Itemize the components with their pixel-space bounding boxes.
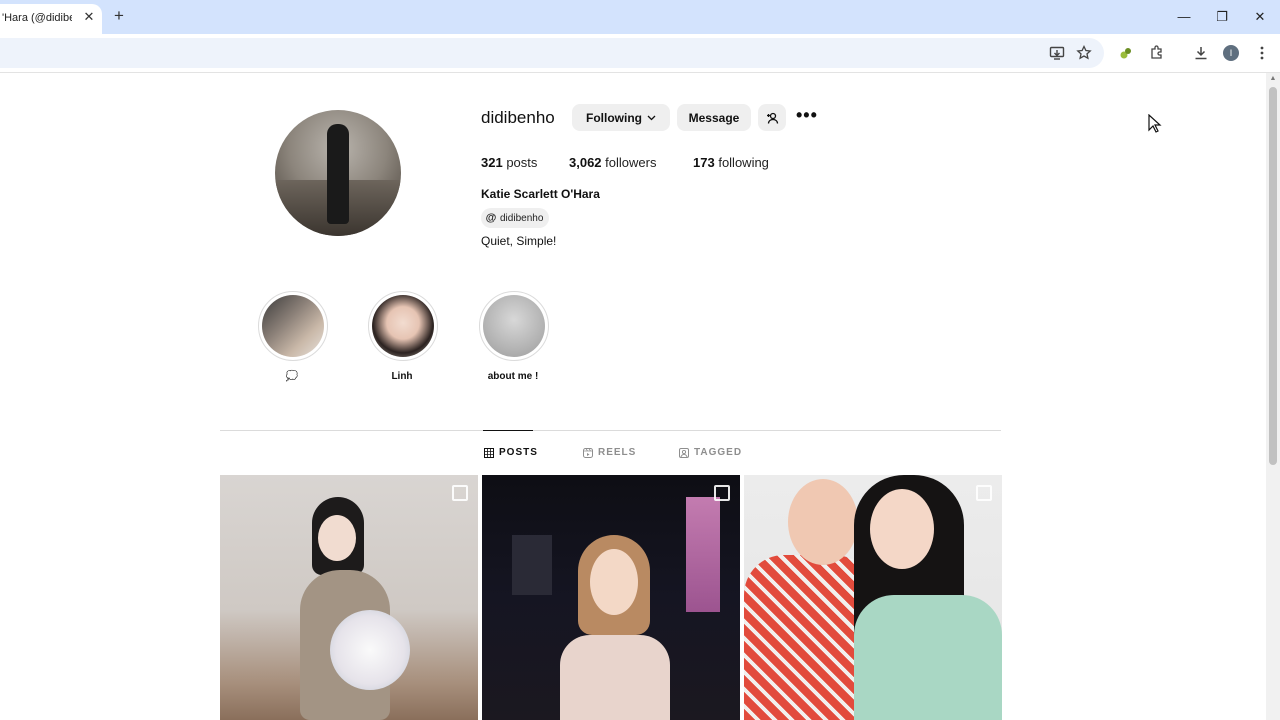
- followers-stat[interactable]: 3,062 followers: [569, 155, 656, 170]
- post-3-face-right: [870, 489, 934, 569]
- post-tile-3[interactable]: [744, 475, 1002, 720]
- following-button[interactable]: Following: [572, 104, 670, 131]
- post-1-bouquet: [330, 610, 410, 690]
- post-3-green-shirt: [854, 595, 1002, 720]
- profile-picture-figure: [327, 124, 349, 224]
- followers-label: followers: [605, 155, 657, 170]
- tab-reels-label: REELS: [598, 447, 637, 458]
- profile-username: didibenho: [481, 108, 555, 127]
- following-button-label: Following: [586, 110, 642, 125]
- bookmark-star-icon[interactable]: [1073, 42, 1095, 64]
- profile-bio: Quiet, Simple!: [481, 234, 557, 248]
- profile-avatar-icon[interactable]: I: [1220, 42, 1242, 64]
- message-button[interactable]: Message: [677, 104, 751, 131]
- tab-posts-label: POSTS: [499, 447, 538, 458]
- following-stat[interactable]: 173 following: [693, 155, 769, 170]
- highlight-thumbnail-1: [262, 295, 324, 357]
- add-person-icon: [766, 112, 778, 124]
- browser-tab[interactable]: 'Hara (@didiben ✕: [0, 4, 102, 34]
- browser-tab-strip: 'Hara (@didiben ✕ + — ❐ ✕: [0, 0, 1280, 34]
- active-tab-indicator: [483, 430, 533, 431]
- post-tile-2[interactable]: [482, 475, 740, 720]
- tab-tagged-label: TAGGED: [694, 447, 743, 458]
- profile-full-name: Katie Scarlett O'Hara: [481, 187, 600, 201]
- profile-initial: I: [1223, 45, 1239, 61]
- install-app-icon[interactable]: [1046, 42, 1068, 64]
- highlight-circle-2[interactable]: [368, 291, 438, 361]
- post-tile-1[interactable]: [220, 475, 478, 720]
- following-count: 173: [693, 155, 715, 170]
- post-1-face: [318, 515, 356, 561]
- chevron-down-icon: [647, 115, 656, 120]
- posts-label: posts: [506, 155, 538, 170]
- highlight-label-3: about me !: [487, 371, 539, 382]
- page-scrollbar[interactable]: ▲: [1266, 73, 1280, 720]
- tab-tagged[interactable]: TAGGED: [679, 447, 742, 458]
- new-tab-button[interactable]: +: [110, 7, 128, 25]
- tab-posts[interactable]: POSTS: [484, 447, 538, 458]
- more-options-icon[interactable]: •••: [796, 106, 817, 126]
- message-button-label: Message: [688, 110, 740, 125]
- posts-stat: 321 posts: [481, 155, 537, 170]
- grid-icon: [484, 447, 494, 458]
- scroll-thumb[interactable]: [1269, 87, 1277, 465]
- highlight-thumbnail-3: [483, 295, 545, 357]
- highlight-label-1: 💭: [285, 371, 299, 382]
- threads-link[interactable]: @ didibenho: [481, 208, 550, 228]
- tabs-divider: [220, 430, 1001, 431]
- threads-icon: @: [485, 212, 497, 224]
- post-2-building-left: [512, 535, 552, 595]
- suggested-users-button[interactable]: [758, 104, 786, 131]
- restore-icon[interactable]: ❐: [1212, 8, 1232, 26]
- download-icon[interactable]: [1190, 42, 1212, 64]
- tagged-icon: [679, 447, 689, 458]
- followers-count: 3,062: [569, 155, 602, 170]
- post-2-top: [560, 635, 670, 720]
- minimize-icon[interactable]: —: [1174, 8, 1194, 26]
- address-bar[interactable]: [0, 38, 1104, 68]
- multiple-photos-icon: [452, 485, 468, 501]
- multiple-photos-icon: [976, 485, 992, 501]
- tab-reels[interactable]: REELS: [583, 447, 636, 458]
- menu-kebab-icon[interactable]: [1251, 42, 1273, 64]
- highlight-thumbnail-2: [372, 295, 434, 357]
- tab-close-icon[interactable]: ✕: [82, 10, 96, 24]
- extensions-puzzle-icon[interactable]: [1146, 42, 1168, 64]
- multiple-photos-icon: [714, 485, 730, 501]
- posts-count: 321: [481, 155, 503, 170]
- window-close-icon[interactable]: ✕: [1250, 8, 1270, 26]
- following-label: following: [718, 155, 769, 170]
- highlight-circle-3[interactable]: [479, 291, 549, 361]
- threads-handle: didibenho: [500, 212, 544, 224]
- mouse-cursor-icon: [1148, 114, 1162, 133]
- highlight-circle-1[interactable]: [258, 291, 328, 361]
- tab-title: 'Hara (@didiben: [2, 12, 72, 24]
- post-2-building: [686, 497, 720, 612]
- extension-icon[interactable]: [1115, 42, 1137, 64]
- post-3-face-left: [788, 479, 858, 565]
- highlight-label-2: Linh: [391, 371, 413, 382]
- profile-picture[interactable]: [275, 110, 401, 236]
- scroll-up-arrow-icon[interactable]: ▲: [1269, 75, 1277, 83]
- reels-icon: [583, 447, 593, 458]
- post-2-face: [590, 549, 638, 615]
- browser-toolbar: I: [0, 34, 1280, 73]
